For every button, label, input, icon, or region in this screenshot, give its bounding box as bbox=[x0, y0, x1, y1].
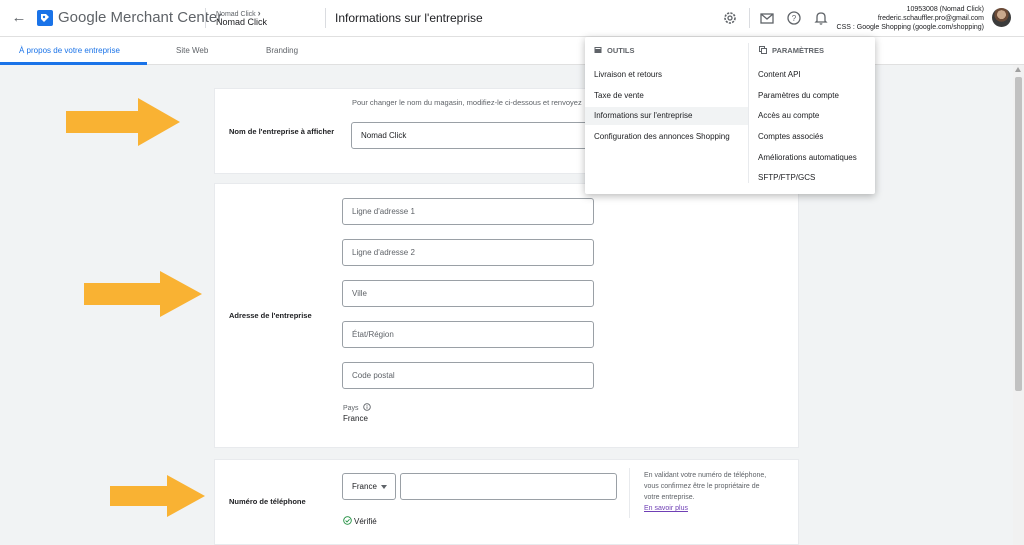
verified-status: Vérifié bbox=[343, 516, 377, 526]
user-id: 10953008 (Nomad Click) bbox=[906, 6, 984, 13]
phone-card: Numéro de téléphone France Vérifié En va… bbox=[214, 459, 799, 545]
address-card: Adresse de l'entreprise Ligne d'adresse … bbox=[214, 183, 799, 448]
user-email: frederic.schauffler.pro@gmail.com bbox=[877, 15, 984, 22]
business-name-hint: Pour changer le nom du magasin, modifiez… bbox=[352, 98, 582, 107]
help-icon[interactable]: ? bbox=[786, 10, 802, 26]
menu-item-sftp[interactable]: SFTP/FTP/GCS bbox=[758, 169, 815, 187]
back-arrow-icon[interactable]: ← bbox=[10, 9, 28, 27]
gear-icon[interactable] bbox=[722, 10, 738, 26]
address-line2-input[interactable]: Ligne d'adresse 2 bbox=[342, 239, 594, 266]
menu-item-content-api[interactable]: Content API bbox=[758, 66, 801, 84]
settings-heading: PARAMÈTRES bbox=[759, 46, 824, 55]
merchant-center-logo-icon bbox=[37, 10, 53, 26]
phone-number-input[interactable] bbox=[400, 473, 617, 500]
menu-item-sales-tax[interactable]: Taxe de vente bbox=[585, 87, 748, 105]
menu-item-account-settings[interactable]: Paramètres du compte bbox=[758, 87, 839, 105]
divider bbox=[205, 8, 206, 28]
top-bar: ← Google Merchant Center Nomad Click › N… bbox=[0, 0, 1024, 37]
tools-heading: OUTILS bbox=[594, 46, 635, 55]
mail-icon[interactable] bbox=[759, 10, 775, 26]
menu-item-shipping-returns[interactable]: Livraison et retours bbox=[585, 66, 748, 84]
settings-icon bbox=[759, 46, 767, 54]
user-css: CSS : Google Shopping (google.com/shoppi… bbox=[836, 24, 984, 31]
address-line1-input[interactable]: Ligne d'adresse 1 bbox=[342, 198, 594, 225]
page-title: Informations sur l'entreprise bbox=[335, 11, 483, 25]
tab-website[interactable]: Site Web bbox=[176, 37, 208, 65]
menu-item-linked-accounts[interactable]: Comptes associés bbox=[758, 128, 823, 146]
divider bbox=[629, 468, 630, 518]
divider bbox=[325, 8, 326, 28]
country-label: Pays bbox=[343, 403, 371, 412]
tab-branding[interactable]: Branding bbox=[266, 37, 298, 65]
tools-icon bbox=[594, 47, 602, 53]
divider bbox=[749, 8, 750, 28]
check-circle-icon bbox=[343, 516, 352, 525]
country-value: France bbox=[343, 414, 368, 423]
business-name-input[interactable]: Nomad Click bbox=[351, 122, 596, 149]
right-arrow-icon bbox=[66, 98, 180, 146]
scrollbar[interactable] bbox=[1013, 65, 1024, 545]
phone-country-select[interactable]: France bbox=[342, 473, 396, 500]
postal-code-input[interactable]: Code postal bbox=[342, 362, 594, 389]
avatar[interactable] bbox=[992, 8, 1011, 27]
svg-text:?: ? bbox=[792, 14, 797, 23]
brand-name: Google Merchant Center bbox=[58, 9, 223, 26]
active-tab-indicator bbox=[0, 62, 147, 65]
right-arrow-icon bbox=[84, 271, 202, 317]
scroll-up-arrow-icon[interactable] bbox=[1015, 67, 1021, 72]
right-arrow-icon bbox=[110, 475, 205, 517]
menu-item-shopping-ads-setup[interactable]: Configuration des annonces Shopping bbox=[585, 128, 748, 146]
user-info[interactable]: 10953008 (Nomad Click) frederic.schauffl… bbox=[837, 5, 984, 32]
info-icon[interactable] bbox=[362, 403, 371, 411]
business-name-label: Nom de l'entreprise à afficher bbox=[229, 127, 335, 136]
state-input[interactable]: État/Région bbox=[342, 321, 594, 348]
tab-about-business[interactable]: À propos de votre entreprise bbox=[19, 37, 120, 65]
learn-more-link[interactable]: En savoir plus bbox=[644, 503, 766, 514]
dropdown-arrow-icon bbox=[381, 485, 387, 489]
settings-dropdown-menu: OUTILS Livraison et retours Taxe de vent… bbox=[585, 37, 875, 194]
phone-notice: En validant votre numéro de téléphone, v… bbox=[644, 472, 767, 514]
menu-item-business-info[interactable]: Informations sur l'entreprise bbox=[585, 107, 748, 125]
account-name[interactable]: Nomad Click bbox=[216, 17, 267, 27]
divider bbox=[748, 43, 749, 183]
city-input[interactable]: Ville bbox=[342, 280, 594, 307]
bell-icon[interactable] bbox=[813, 10, 829, 26]
phone-label: Numéro de téléphone bbox=[229, 497, 306, 506]
address-label: Adresse de l'entreprise bbox=[229, 311, 312, 320]
scrollbar-thumb[interactable] bbox=[1015, 77, 1022, 391]
menu-item-auto-improvements[interactable]: Améliorations automatiques bbox=[758, 149, 857, 167]
menu-item-account-access[interactable]: Accès au compte bbox=[758, 107, 819, 125]
